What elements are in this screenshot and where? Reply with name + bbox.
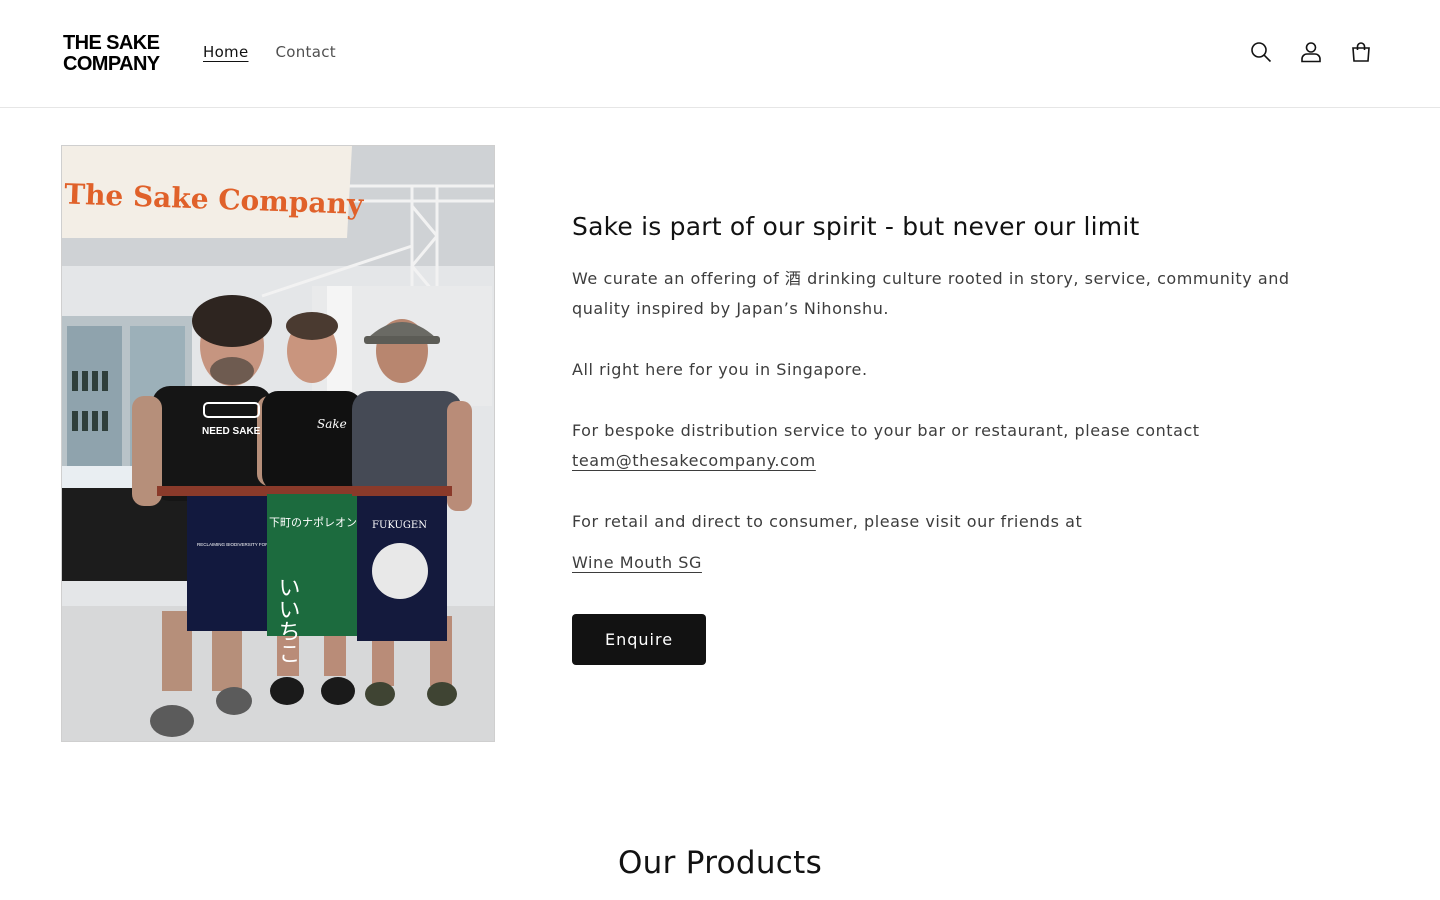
account-button[interactable] bbox=[1298, 39, 1324, 65]
shirt-middle-text: Sake bbox=[317, 417, 347, 431]
hero-content: Sake is part of our spirit - but never o… bbox=[572, 210, 1292, 578]
nav-contact-link[interactable]: Contact bbox=[276, 42, 336, 62]
hero-paragraph-curate: We curate an offering of 酒 drinking cult… bbox=[572, 269, 1290, 318]
apron-right-text: FUKUGEN bbox=[372, 520, 427, 531]
email-link[interactable]: team@thesakecompany.com bbox=[572, 451, 816, 470]
search-button[interactable] bbox=[1248, 39, 1274, 65]
site-logo[interactable]: THE SAKE COMPANY bbox=[63, 33, 163, 75]
cart-icon bbox=[1352, 42, 1370, 62]
team-photo: The Sake Company NEED SAKE RECLAIMING BI… bbox=[61, 145, 495, 742]
search-icon bbox=[1251, 42, 1272, 63]
enquire-button[interactable]: Enquire bbox=[572, 614, 706, 665]
apron-middle-text: いいちこ bbox=[275, 576, 300, 664]
logo-line-1: THE SAKE bbox=[63, 32, 160, 54]
account-icon bbox=[1301, 42, 1321, 63]
cart-button[interactable] bbox=[1348, 39, 1374, 65]
header-icons bbox=[1248, 39, 1374, 65]
distribution-text: For bespoke distribution service to your… bbox=[572, 421, 1200, 440]
hero-paragraph-retail: For retail and direct to consumer, pleas… bbox=[572, 512, 1083, 531]
nav-home-link[interactable]: Home bbox=[203, 42, 249, 62]
logo-line-2: COMPANY bbox=[63, 53, 160, 75]
partner-paragraph: Wine Mouth SG bbox=[572, 548, 1292, 578]
hero-heading: Sake is part of our spirit - but never o… bbox=[572, 212, 1140, 241]
site-header: THE SAKE COMPANY Home Contact bbox=[0, 0, 1440, 108]
shirt-left-text: NEED SAKE bbox=[202, 426, 261, 437]
apron-middle-top-text: 下町のナポレオン bbox=[269, 516, 357, 529]
main-nav: Home Contact bbox=[203, 42, 336, 62]
products-section-title: Our Products bbox=[617, 845, 823, 881]
partner-link[interactable]: Wine Mouth SG bbox=[572, 553, 702, 572]
hero-paragraph-singapore: All right here for you in Singapore. bbox=[572, 360, 868, 379]
hero-paragraph-distribution: For bespoke distribution service to your… bbox=[572, 416, 1292, 476]
